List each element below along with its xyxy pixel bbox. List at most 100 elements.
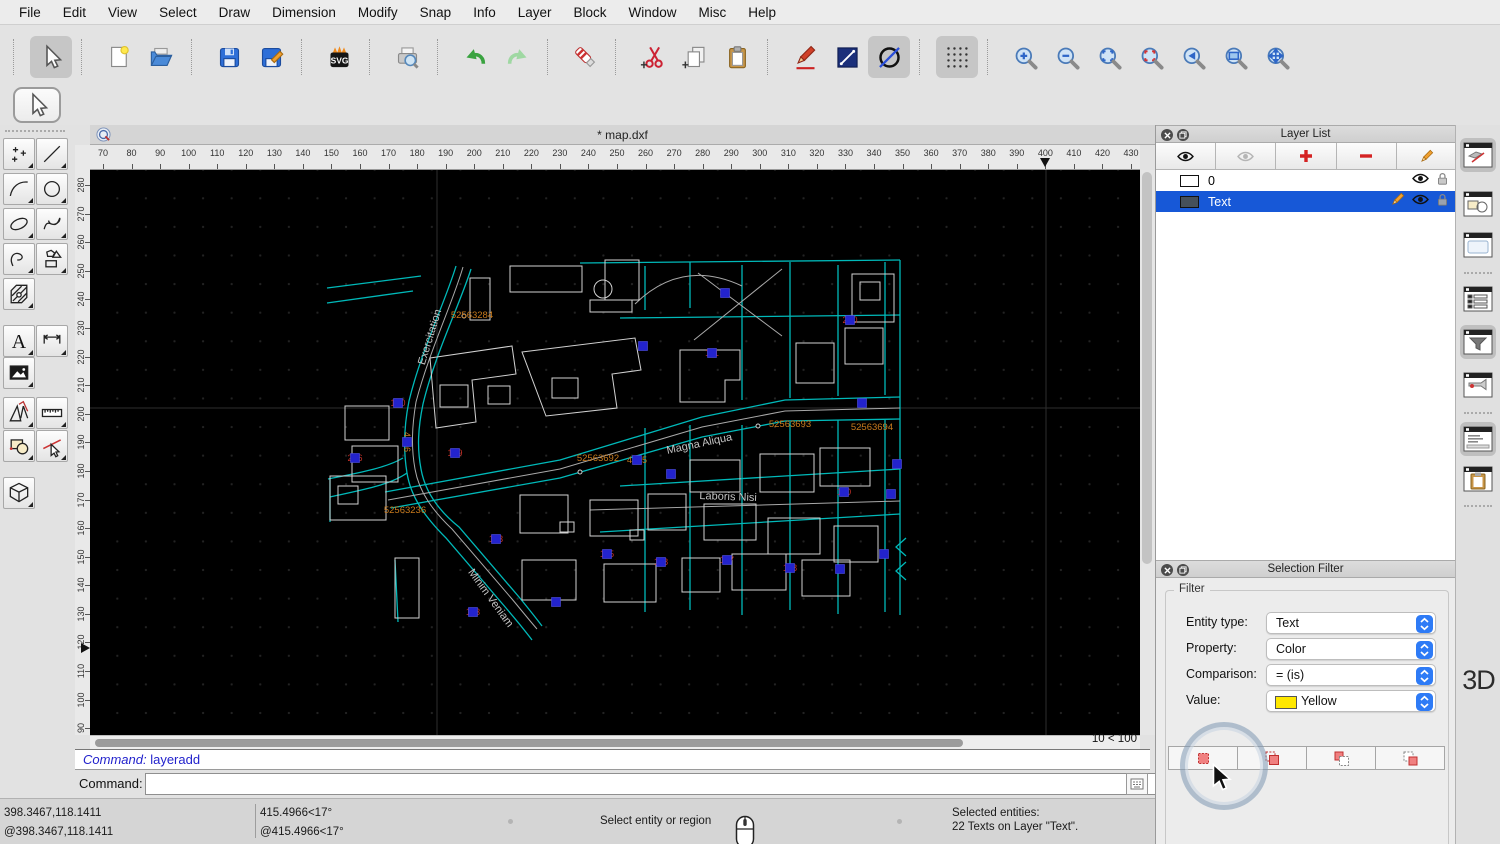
zoom-in-button[interactable] (1004, 36, 1046, 78)
menu-block[interactable]: Block (563, 5, 618, 20)
menu-layer[interactable]: Layer (507, 5, 563, 20)
house-number-label[interactable]: 111 (705, 348, 719, 358)
solid-tool-button[interactable] (3, 477, 35, 509)
road-number-label[interactable]: 52563692 (577, 453, 619, 464)
shape-tool-button[interactable] (36, 243, 68, 275)
house-number-label[interactable]: 45 (720, 288, 730, 298)
house-number-label[interactable]: 118 (783, 563, 797, 573)
selection-filter-dock-button[interactable] (1460, 325, 1496, 359)
remove-from-selection-button[interactable] (1306, 746, 1376, 770)
layer-visibility-icon[interactable] (1412, 193, 1429, 211)
house-number-label[interactable]: 210 (842, 315, 857, 325)
command-line-dock-button[interactable] (1460, 422, 1496, 456)
layer-row-0[interactable]: 0 (1156, 170, 1456, 191)
road-lines[interactable] (326, 259, 907, 641)
undo-button[interactable] (454, 36, 496, 78)
house-number-label[interactable]: 4306 (402, 432, 412, 452)
erase-button[interactable] (564, 36, 606, 78)
text-tool-button[interactable]: A (3, 325, 35, 357)
house-number-label[interactable]: 4305 (627, 455, 647, 465)
layer-visibility-icon[interactable] (1412, 172, 1429, 190)
layer-list-dock-button[interactable] (1460, 282, 1496, 316)
menu-window[interactable]: Window (618, 5, 688, 20)
circle-slash-button[interactable] (868, 36, 910, 78)
measure-tool-button[interactable] (36, 397, 68, 429)
zoom-selection-button[interactable] (1130, 36, 1172, 78)
menu-file[interactable]: File (8, 5, 52, 20)
value-dropdown[interactable]: Yellow (1266, 690, 1436, 712)
edit-layer-button[interactable] (1396, 143, 1457, 169)
copy-button[interactable] (674, 36, 716, 78)
open-file-button[interactable] (140, 36, 182, 78)
street-name-label[interactable]: Laboris Nisi (699, 490, 757, 504)
selection-arrow-button[interactable] (30, 36, 72, 78)
spline-tool-button[interactable] (36, 208, 68, 240)
hatch-tool-button[interactable] (3, 278, 35, 310)
selection-pointer-button[interactable] (13, 87, 61, 123)
road-number-label[interactable]: 52563694 (851, 422, 893, 433)
house-number-label[interactable]: 118 (654, 557, 668, 567)
previous-view-button[interactable] (1172, 36, 1214, 78)
auto-zoom-button[interactable] (1088, 36, 1130, 78)
layer-lock-icon[interactable] (1436, 192, 1449, 212)
draw-pencil-button[interactable] (784, 36, 826, 78)
horizontal-scroll-thumb[interactable] (95, 739, 963, 747)
line-tool-button[interactable] (826, 36, 868, 78)
hide-all-layers-button[interactable] (1216, 143, 1277, 169)
circle-tool-button[interactable] (36, 173, 68, 205)
house-number-label[interactable]: 16 (892, 459, 902, 469)
menu-misc[interactable]: Misc (688, 5, 738, 20)
property-dropdown[interactable]: Color (1266, 638, 1436, 660)
line-tool-button[interactable] (36, 138, 68, 170)
save-as-button[interactable] (250, 36, 292, 78)
house-number-label[interactable]: 113 (489, 534, 503, 544)
block-list-dock-button[interactable] (1460, 187, 1496, 221)
menu-snap[interactable]: Snap (409, 5, 463, 20)
view-projector-dock-button[interactable] (1460, 368, 1496, 402)
new-file-button[interactable] (98, 36, 140, 78)
replace-selection-button[interactable] (1168, 746, 1238, 770)
layer-row-text[interactable]: Text (1156, 191, 1456, 212)
house-number-label[interactable]: 150 (390, 398, 405, 408)
building-outlines[interactable] (329, 259, 895, 619)
command-options-button[interactable] (1126, 773, 1148, 795)
print-preview-button[interactable] (386, 36, 428, 78)
menu-draw[interactable]: Draw (208, 5, 262, 20)
library-browser-dock-button[interactable] (1460, 228, 1496, 262)
house-number-label[interactable]: 26 (886, 489, 896, 499)
show-all-layers-button[interactable] (1156, 143, 1217, 169)
point-tool-button[interactable] (3, 138, 35, 170)
house-number-label[interactable]: 159 (447, 448, 462, 458)
3d-label[interactable]: 3D (1456, 665, 1500, 696)
edit-layer-icon[interactable] (1390, 192, 1405, 212)
menu-modify[interactable]: Modify (347, 5, 409, 20)
road-number-label[interactable]: 52563284 (451, 310, 493, 321)
house-number-label[interactable]: 58 (638, 341, 648, 351)
redo-button[interactable] (496, 36, 538, 78)
menu-info[interactable]: Info (462, 5, 507, 20)
pan-button[interactable] (1256, 36, 1298, 78)
entitytype-dropdown[interactable]: Text (1266, 612, 1436, 634)
dimension-tool-button[interactable] (36, 325, 68, 357)
polyline-tool-button[interactable] (3, 243, 35, 275)
house-number-label[interactable]: 256 (347, 453, 362, 463)
arc-tool-button[interactable] (3, 173, 35, 205)
menu-edit[interactable]: Edit (52, 5, 97, 20)
road-number-label[interactable]: 52563236 (384, 505, 426, 516)
remove-layer-button[interactable] (1336, 143, 1397, 169)
cut-button[interactable] (632, 36, 674, 78)
menu-view[interactable]: View (97, 5, 148, 20)
grid-toggle-button[interactable] (936, 36, 978, 78)
road-number-label[interactable]: 52563693 (769, 419, 811, 430)
intersect-selection-button[interactable] (1375, 746, 1445, 770)
street-name-label[interactable]: Exercitation (416, 308, 444, 366)
street-name-label[interactable]: Minim Veniam (465, 567, 515, 630)
menu-select[interactable]: Select (148, 5, 208, 20)
property-editor-dock-button[interactable] (1460, 138, 1496, 172)
house-number-label[interactable]: 115 (600, 549, 614, 559)
menu-help[interactable]: Help (737, 5, 787, 20)
paste-button[interactable] (716, 36, 758, 78)
drawing-canvas[interactable]: Exercitation Magna Aliqua Laboris Nisi Mini… (90, 170, 1140, 735)
house-number-label[interactable]: 14 (857, 398, 867, 408)
add-to-selection-button[interactable] (1237, 746, 1307, 770)
